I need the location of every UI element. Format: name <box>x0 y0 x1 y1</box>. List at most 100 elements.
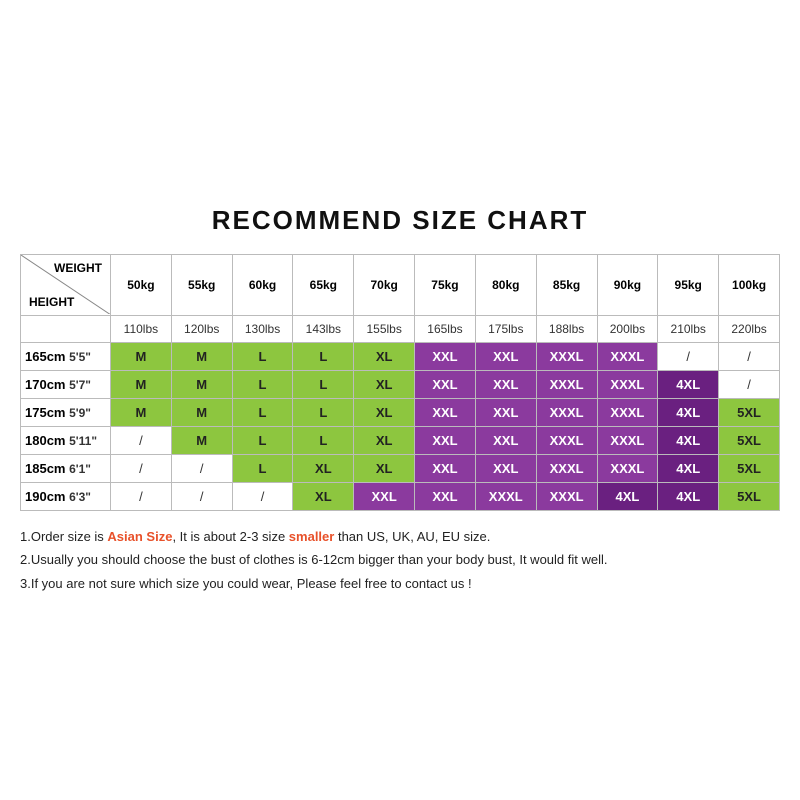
cell-r0-c4: XL <box>354 342 415 370</box>
row-header-3: 180cm 5'11" <box>21 426 111 454</box>
cell-r3-c5: XXL <box>415 426 476 454</box>
smaller-label: smaller <box>289 529 335 544</box>
note-3: 3.If you are not sure which size you cou… <box>20 572 780 595</box>
cell-r0-c8: XXXL <box>597 342 658 370</box>
cell-r3-c4: XL <box>354 426 415 454</box>
cell-r1-c1: M <box>171 370 232 398</box>
row-ft: 6'3" <box>69 490 91 504</box>
row-cm: 170cm <box>25 377 65 392</box>
cell-r4-c8: XXXL <box>597 454 658 482</box>
cell-r5-c4: XXL <box>354 482 415 510</box>
table-row: 175cm 5'9"MMLLXLXXLXXLXXXLXXXL4XL5XL <box>21 398 780 426</box>
table-row: 165cm 5'5"MMLLXLXXLXXLXXXLXXXL// <box>21 342 780 370</box>
kg-col-6: 80kg <box>475 254 536 315</box>
kg-col-1: 55kg <box>171 254 232 315</box>
cell-r0-c9: / <box>658 342 719 370</box>
row-cm: 165cm <box>25 349 65 364</box>
row-header-5: 190cm 6'3" <box>21 482 111 510</box>
row-cm: 185cm <box>25 461 65 476</box>
cell-r1-c5: XXL <box>415 370 476 398</box>
lbs-col-3: 143lbs <box>293 315 354 342</box>
note-1: 1.Order size is Asian Size, It is about … <box>20 525 780 548</box>
cell-r5-c1: / <box>171 482 232 510</box>
table-row: 185cm 6'1"//LXLXLXXLXXLXXXLXXXL4XL5XL <box>21 454 780 482</box>
cell-r5-c0: / <box>111 482 172 510</box>
lbs-spacer <box>21 315 111 342</box>
table-row: 170cm 5'7"MMLLXLXXLXXLXXXLXXXL4XL/ <box>21 370 780 398</box>
lbs-col-6: 175lbs <box>475 315 536 342</box>
weight-label: WEIGHT <box>54 261 102 275</box>
cell-r1-c0: M <box>111 370 172 398</box>
cell-r2-c3: L <box>293 398 354 426</box>
cell-r2-c8: XXXL <box>597 398 658 426</box>
table-row: 190cm 6'3"///XLXXLXXLXXXLXXXL4XL4XL5XL <box>21 482 780 510</box>
lbs-col-4: 155lbs <box>354 315 415 342</box>
cell-r2-c1: M <box>171 398 232 426</box>
cell-r5-c5: XXL <box>415 482 476 510</box>
row-header-4: 185cm 6'1" <box>21 454 111 482</box>
asian-size-label: Asian Size <box>107 529 172 544</box>
cell-r4-c0: / <box>111 454 172 482</box>
page-title: RECOMMEND SIZE CHART <box>212 205 589 236</box>
kg-col-0: 50kg <box>111 254 172 315</box>
cell-r4-c2: L <box>232 454 293 482</box>
cell-r4-c9: 4XL <box>658 454 719 482</box>
cell-r5-c2: / <box>232 482 293 510</box>
kg-col-3: 65kg <box>293 254 354 315</box>
cell-r2-c4: XL <box>354 398 415 426</box>
cell-r3-c9: 4XL <box>658 426 719 454</box>
cell-r2-c5: XXL <box>415 398 476 426</box>
cell-r5-c10: 5XL <box>719 482 780 510</box>
lbs-col-7: 188lbs <box>536 315 597 342</box>
lbs-col-2: 130lbs <box>232 315 293 342</box>
note-2: 2.Usually you should choose the bust of … <box>20 548 780 571</box>
cell-r3-c7: XXXL <box>536 426 597 454</box>
cell-r4-c6: XXL <box>475 454 536 482</box>
row-header-2: 175cm 5'9" <box>21 398 111 426</box>
row-ft: 5'5" <box>69 350 91 364</box>
height-label: HEIGHT <box>29 295 74 309</box>
kg-col-5: 75kg <box>415 254 476 315</box>
kg-col-9: 95kg <box>658 254 719 315</box>
cell-r3-c8: XXXL <box>597 426 658 454</box>
table-row: 180cm 5'11"/MLLXLXXLXXLXXXLXXXL4XL5XL <box>21 426 780 454</box>
lbs-col-1: 120lbs <box>171 315 232 342</box>
cell-r2-c7: XXXL <box>536 398 597 426</box>
cell-r2-c2: L <box>232 398 293 426</box>
cell-r3-c6: XXL <box>475 426 536 454</box>
cell-r1-c10: / <box>719 370 780 398</box>
row-cm: 175cm <box>25 405 65 420</box>
kg-col-8: 90kg <box>597 254 658 315</box>
cell-r2-c10: 5XL <box>719 398 780 426</box>
cell-r0-c6: XXL <box>475 342 536 370</box>
cell-r0-c3: L <box>293 342 354 370</box>
cell-r0-c0: M <box>111 342 172 370</box>
cell-r1-c2: L <box>232 370 293 398</box>
lbs-col-9: 210lbs <box>658 315 719 342</box>
kg-col-4: 70kg <box>354 254 415 315</box>
row-cm: 180cm <box>25 433 65 448</box>
lbs-col-8: 200lbs <box>597 315 658 342</box>
cell-r5-c7: XXXL <box>536 482 597 510</box>
cell-r2-c9: 4XL <box>658 398 719 426</box>
cell-r5-c3: XL <box>293 482 354 510</box>
lbs-col-5: 165lbs <box>415 315 476 342</box>
cell-r2-c0: M <box>111 398 172 426</box>
row-ft: 5'9" <box>69 406 91 420</box>
cell-r3-c1: M <box>171 426 232 454</box>
cell-r0-c5: XXL <box>415 342 476 370</box>
cell-r0-c7: XXXL <box>536 342 597 370</box>
row-header-0: 165cm 5'5" <box>21 342 111 370</box>
cell-r4-c4: XL <box>354 454 415 482</box>
cell-r1-c9: 4XL <box>658 370 719 398</box>
cell-r3-c2: L <box>232 426 293 454</box>
cell-r1-c4: XL <box>354 370 415 398</box>
cell-r4-c1: / <box>171 454 232 482</box>
cell-r4-c5: XXL <box>415 454 476 482</box>
row-ft: 5'7" <box>69 378 91 392</box>
cell-r1-c8: XXXL <box>597 370 658 398</box>
cell-r4-c3: XL <box>293 454 354 482</box>
row-cm: 190cm <box>25 489 65 504</box>
cell-r5-c6: XXXL <box>475 482 536 510</box>
cell-r2-c6: XXL <box>475 398 536 426</box>
